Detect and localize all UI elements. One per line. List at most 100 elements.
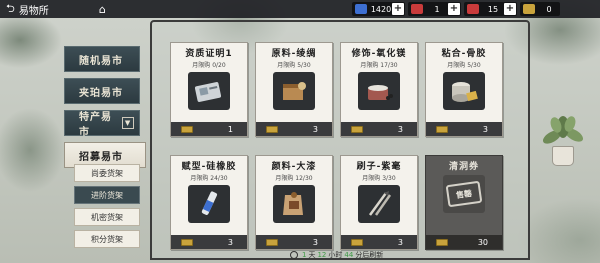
refresh-timer: 1 天 12 小时 44 分后刷新	[290, 249, 383, 261]
clock-icon	[290, 251, 298, 259]
currency-value: 0	[546, 4, 552, 14]
coin-icon	[351, 125, 363, 133]
price-bar: 3	[426, 122, 502, 136]
gold-currency-icon	[523, 4, 535, 14]
currency-red-ticket: 15 +	[464, 2, 517, 16]
sub-item-secret-shelf[interactable]: 机密货架	[74, 208, 140, 226]
price-bar: 3	[341, 235, 417, 249]
sidebar-item-random-market[interactable]: 随机易市	[64, 46, 140, 72]
credential-item-icon	[188, 72, 230, 110]
purchase-limit: 月限购 5/30	[447, 62, 481, 69]
refresh-hours-unit: 小时	[328, 251, 343, 259]
back-button[interactable]: ⮌ 易物所	[0, 0, 55, 18]
coin-icon	[181, 125, 193, 133]
currency-red: 1 +	[408, 2, 461, 16]
item-name: 赋型-硅橡胶	[181, 162, 237, 172]
price-bar: 1	[171, 122, 247, 136]
item-name: 粘合-骨胶	[441, 49, 487, 59]
item-name: 刷子-紫毫	[356, 162, 402, 172]
price-bar: 3	[256, 235, 332, 249]
plant-pot	[552, 146, 574, 166]
purchase-limit: 月限购 5/30	[277, 62, 311, 69]
item-name: 原料-绫绸	[271, 49, 317, 59]
coin-icon	[266, 125, 278, 133]
coin-icon	[436, 125, 448, 133]
purchase-limit: 月限购 17/30	[360, 62, 398, 69]
currency-value: 15	[487, 4, 499, 14]
brush-icon	[358, 185, 400, 223]
sidebar-item-specialty-market[interactable]: 特产易市 ▼	[64, 110, 140, 138]
item-card[interactable]: 颜料-大漆 月限购 12/30 3	[255, 155, 333, 250]
item-price: 3	[312, 124, 318, 134]
price-bar: 3	[171, 235, 247, 249]
currency-gold: 0	[520, 2, 560, 16]
refresh-minutes: 44	[344, 251, 354, 259]
currency-blue: 1420 +	[352, 2, 405, 16]
red-currency-icon	[411, 4, 423, 14]
item-name: 资质证明1	[185, 49, 233, 59]
item-card[interactable]: 赋型-硅橡胶 月限购 24/30 3	[170, 155, 248, 250]
item-card-sold-out[interactable]: 清洞券 售罄 30	[425, 155, 503, 250]
currency-value: 1	[434, 4, 440, 14]
red-ticket-currency-icon	[467, 4, 479, 14]
price-bar: 3	[341, 122, 417, 136]
magnesium-oxide-icon	[358, 72, 400, 110]
item-price: 3	[482, 124, 488, 134]
blue-currency-icon	[355, 4, 367, 14]
purchase-limit: 月限购 3/30	[362, 175, 396, 182]
page-title: 易物所	[18, 5, 49, 17]
sidebar-item-label: 随机易市	[79, 55, 123, 67]
purchase-limit: 月限购 0/20	[192, 62, 226, 69]
price-bar: 3	[256, 122, 332, 136]
sidebar-item-label: 招募易市	[79, 151, 123, 163]
lacquer-paint-icon	[273, 185, 315, 223]
home-icon[interactable]: ⌂	[99, 3, 106, 16]
coin-icon	[181, 238, 193, 246]
shelf-sub-list: 尚委货架 进阶货架 机密货架 积分货架	[74, 164, 140, 248]
ticket-icon: 售罄	[443, 175, 485, 213]
sold-out-stamp: 售罄	[445, 180, 483, 208]
purchase-limit: 月限购 12/30	[275, 175, 313, 182]
add-currency-button[interactable]: +	[504, 3, 516, 15]
purchase-limit: 月限购 24/30	[190, 175, 228, 182]
sub-item-points-shelf[interactable]: 积分货架	[74, 230, 140, 248]
item-card[interactable]: 资质证明1 月限购 0/20 1	[170, 42, 248, 137]
sidebar-item-amber-market[interactable]: 夹珀易市	[64, 78, 140, 104]
silk-fabric-icon	[273, 72, 315, 110]
sub-item-advanced-shelf[interactable]: 进阶货架	[74, 186, 140, 204]
back-arrow-icon: ⮌	[6, 1, 15, 15]
refresh-hours: 12	[317, 251, 327, 259]
item-price: 3	[397, 237, 403, 247]
item-price: 3	[312, 237, 318, 247]
bone-glue-icon	[443, 72, 485, 110]
add-currency-button[interactable]: +	[448, 3, 460, 15]
refresh-days-unit: 天	[308, 251, 316, 259]
coin-icon	[436, 238, 448, 246]
sub-item-shelf[interactable]: 尚委货架	[74, 164, 140, 182]
item-card[interactable]: 刷子-紫毫 月限购 3/30 3	[340, 155, 418, 250]
sidebar-item-label: 夹珀易市	[79, 87, 123, 99]
add-currency-button[interactable]: +	[392, 3, 404, 15]
refresh-days: 1	[302, 251, 307, 259]
market-sidebar: 随机易市 夹珀易市 特产易市 ▼ 招募易市	[64, 46, 146, 168]
item-price: 1	[227, 124, 233, 134]
coin-icon	[266, 238, 278, 246]
coin-icon	[351, 238, 363, 246]
item-name: 修饰-氧化镁	[351, 49, 407, 59]
sidebar-item-label: 特产易市	[79, 112, 112, 138]
refresh-minutes-unit: 分后刷新	[355, 251, 384, 259]
item-name: 清洞券	[448, 162, 479, 172]
item-grid: 资质证明1 月限购 0/20 1 原料-绫绸 月限购 5/30 3 修饰-氧化镁…	[170, 42, 520, 250]
price-bar: 30	[426, 235, 502, 249]
item-card[interactable]: 原料-绫绸 月限购 5/30 3	[255, 42, 333, 137]
chevron-down-icon[interactable]: ▼	[122, 117, 134, 129]
item-price: 30	[477, 237, 488, 247]
item-card[interactable]: 粘合-骨胶 月限购 5/30 3	[425, 42, 503, 137]
item-price: 3	[397, 124, 403, 134]
item-price: 3	[227, 237, 233, 247]
currency-value: 1420	[370, 4, 392, 14]
item-card[interactable]: 修饰-氧化镁 月限购 17/30 3	[340, 42, 418, 137]
silicone-rubber-icon	[188, 185, 230, 223]
item-name: 颜料-大漆	[271, 162, 317, 172]
top-bar: ⮌ 易物所 ⌂ 1420 + 1 + 15 + 0	[0, 0, 600, 18]
